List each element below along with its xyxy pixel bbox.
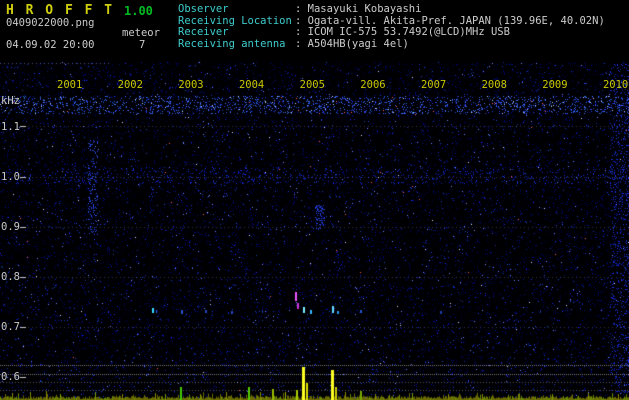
observation-info: Observer: Masayuki Kobayashi Receiving Lo…	[178, 3, 605, 50]
output-filename: 0409022000.png	[6, 17, 95, 29]
mode-label: meteor	[122, 27, 160, 39]
meteor-count: 7	[139, 39, 146, 51]
spectrogram-canvas	[0, 0, 629, 400]
header-bar: H R O F F T 1.00 0409022000.png meteor 7…	[0, 0, 629, 60]
app-title: H R O F F T	[6, 3, 115, 18]
app-version: 1.00	[124, 4, 153, 18]
timestamp: 04.09.02 20:00	[6, 39, 95, 51]
hrofft-window: H R O F F T 1.00 0409022000.png meteor 7…	[0, 0, 629, 400]
info-row: Receiving antenna: A504HB(yagi 4el)	[178, 37, 409, 50]
